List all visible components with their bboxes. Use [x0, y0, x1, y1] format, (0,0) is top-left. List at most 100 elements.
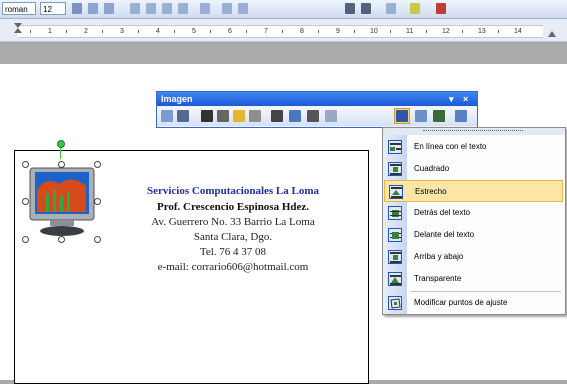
toolbar-options-icon[interactable]: ▾: [449, 93, 454, 105]
menu-item-through[interactable]: Transparente: [383, 268, 565, 290]
format-picture-icon[interactable]: [415, 110, 427, 122]
set-transparent-color-icon[interactable]: [433, 110, 445, 122]
next-card[interactable]: [14, 343, 369, 384]
align-left-icon[interactable]: [130, 3, 140, 14]
rotation-handle[interactable]: [57, 140, 65, 148]
horizontal-ruler[interactable]: 1 2 3 4 5 6 7 8 9 10 11 12 13 14: [0, 19, 567, 42]
border-icon[interactable]: [386, 3, 396, 14]
card-phone: Tel. 76 4 37 08: [199, 246, 267, 258]
ruler-number: 6: [228, 28, 232, 35]
compress-pictures-icon[interactable]: [325, 110, 337, 122]
less-contrast-icon[interactable]: [217, 110, 229, 122]
ruler-number: 8: [300, 28, 304, 35]
font-color-icon[interactable]: [436, 3, 446, 14]
card-name: Prof. Crescencio Espinosa Hdez.: [156, 201, 310, 213]
menu-item-top-and-bottom[interactable]: Arriba y abajo: [383, 246, 565, 268]
ruler-number: 10: [370, 28, 378, 35]
line-spacing-icon[interactable]: [200, 3, 210, 14]
close-icon[interactable]: ×: [463, 93, 468, 105]
rotate-left-icon[interactable]: [289, 110, 301, 122]
bullets-icon[interactable]: [238, 3, 248, 14]
menu-item-tight[interactable]: Estrecho: [384, 180, 563, 202]
ruler-tick: [210, 30, 211, 33]
ruler-number: 2: [84, 28, 88, 35]
menu-item-inline[interactable]: En línea con el texto: [383, 136, 565, 158]
ruler-number: 13: [478, 28, 486, 35]
menu-item-edit-wrap-points[interactable]: Modificar puntos de ajuste: [383, 292, 565, 314]
ruler-tick: [138, 30, 139, 33]
resize-handle-br[interactable]: [94, 236, 101, 243]
resize-handle-bl[interactable]: [22, 236, 29, 243]
crop-icon[interactable]: [271, 110, 283, 122]
ruler-number: 1: [48, 28, 52, 35]
align-center-icon[interactable]: [146, 3, 156, 14]
ruler-number: 4: [156, 28, 160, 35]
align-right-icon[interactable]: [162, 3, 172, 14]
wrap-through-icon: [388, 272, 402, 286]
menu-item-label: Cuadrado: [414, 164, 450, 173]
wrap-inline-icon: [388, 140, 402, 154]
line-style-icon[interactable]: [307, 110, 319, 122]
text-wrapping-menu: En línea con el texto Cuadrado Estrecho …: [382, 127, 566, 315]
menu-item-label: Delante del texto: [414, 230, 475, 239]
highlight-icon[interactable]: [410, 3, 420, 14]
ruler-tick: [66, 30, 67, 33]
more-contrast-icon[interactable]: [201, 110, 213, 122]
ruler-number: 7: [264, 28, 268, 35]
menu-item-behind-text[interactable]: Detrás del texto: [383, 202, 565, 224]
ruler-tick: [426, 30, 427, 33]
insert-picture-icon[interactable]: [161, 110, 173, 122]
ruler-number: 12: [442, 28, 450, 35]
ruler-tick: [174, 30, 175, 33]
resize-handle-tr[interactable]: [94, 161, 101, 168]
image-toolbar-title: Imagen: [161, 94, 193, 104]
resize-handle-tl[interactable]: [22, 161, 29, 168]
image-toolbar-buttons: [157, 107, 477, 126]
menu-grip[interactable]: [383, 128, 565, 135]
numbering-icon[interactable]: [222, 3, 232, 14]
menu-item-label: Arriba y abajo: [414, 252, 464, 261]
wrap-front-icon: [388, 228, 402, 242]
card-city: Santa Clara, Dgo.: [193, 231, 273, 243]
justify-icon[interactable]: [178, 3, 188, 14]
ruler-number: 14: [514, 28, 522, 35]
underline-icon[interactable]: [104, 3, 114, 14]
rotation-stem: [60, 147, 61, 159]
resize-handle-ml[interactable]: [22, 198, 29, 205]
resize-handle-bm[interactable]: [58, 236, 65, 243]
ruler-strip: 1 2 3 4 5 6 7 8 9 10 11 12 13 14: [18, 25, 543, 38]
increase-indent-icon[interactable]: [361, 3, 371, 14]
menu-item-label: Detrás del texto: [414, 208, 471, 217]
right-indent-marker-icon[interactable]: [548, 29, 556, 37]
reset-picture-icon[interactable]: [455, 110, 467, 122]
decrease-indent-icon[interactable]: [345, 3, 355, 14]
font-name-box[interactable]: roman: [2, 2, 36, 15]
ruler-tick: [30, 30, 31, 33]
menu-item-label: Transparente: [414, 274, 462, 283]
menu-item-in-front-of-text[interactable]: Delante del texto: [383, 224, 565, 246]
italic-icon[interactable]: [88, 3, 98, 14]
font-size-box[interactable]: 12: [40, 2, 66, 15]
text-wrapping-icon[interactable]: [396, 110, 408, 122]
menu-item-label: En línea con el texto: [414, 142, 487, 151]
ruler-tick: [462, 30, 463, 33]
card-address: Av. Guerrero No. 33 Barrio La Loma: [151, 216, 315, 228]
edit-wrap-points-icon: [388, 296, 402, 310]
ruler-tick: [390, 30, 391, 33]
bold-icon[interactable]: [72, 3, 82, 14]
image-toolbar-titlebar[interactable]: Imagen ▾ ×: [157, 92, 477, 106]
less-brightness-icon[interactable]: [249, 110, 261, 122]
computer-clipart-image[interactable]: [22, 160, 101, 243]
ruler-tick: [354, 30, 355, 33]
ruler-tick: [102, 30, 103, 33]
menu-item-square[interactable]: Cuadrado: [383, 158, 565, 180]
resize-handle-tm[interactable]: [58, 161, 65, 168]
indent-marker-icon[interactable]: [14, 23, 22, 33]
image-control-icon[interactable]: [177, 110, 189, 122]
ruler-tick: [246, 30, 247, 33]
image-toolbar: Imagen ▾ ×: [156, 91, 478, 128]
ruler-number: 11: [406, 28, 414, 35]
wrap-behind-icon: [388, 206, 402, 220]
resize-handle-mr[interactable]: [94, 198, 101, 205]
more-brightness-icon[interactable]: [233, 110, 245, 122]
